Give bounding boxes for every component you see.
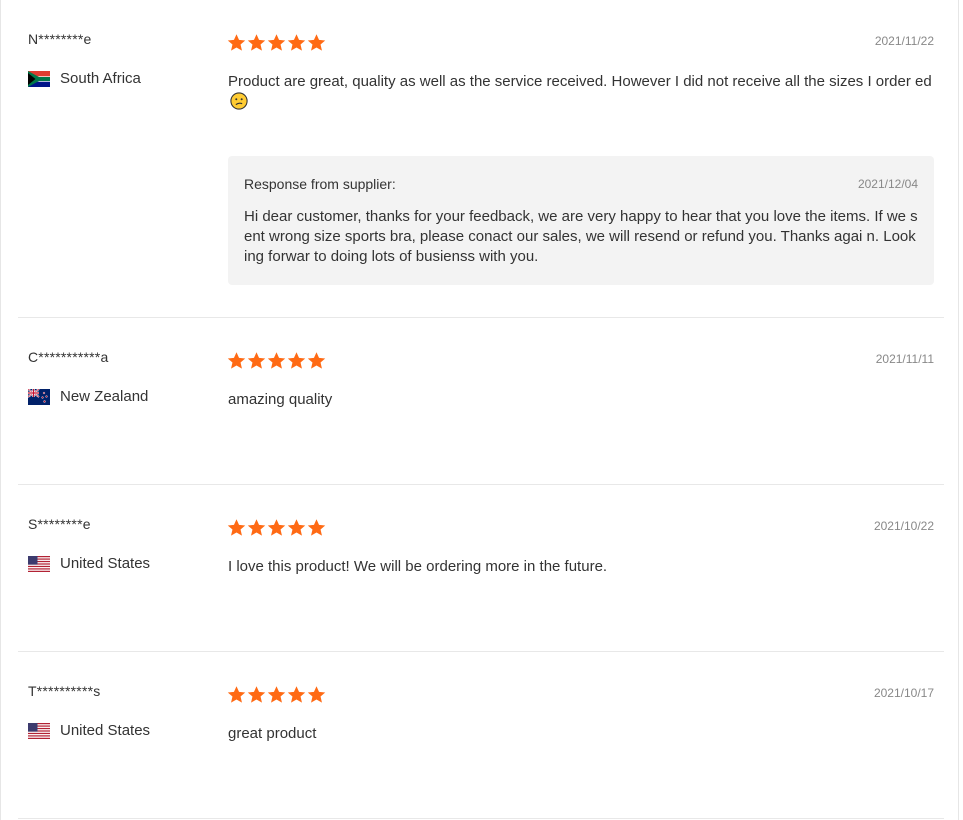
confused-face-icon <box>230 92 248 110</box>
review-item: C***********a New Zealand 2021/11/11 ama… <box>18 318 944 485</box>
south-africa-flag-icon <box>28 70 50 87</box>
reviewer-country: United States <box>28 722 150 739</box>
star-icon <box>227 518 246 537</box>
supplier-response: Response from supplier: 2021/12/04 Hi de… <box>228 156 934 285</box>
response-text: Hi dear customer, thanks for your feedba… <box>244 208 918 265</box>
new-zealand-flag-icon <box>28 388 50 405</box>
response-date: 2021/12/04 <box>857 177 918 191</box>
star-icon <box>307 33 326 52</box>
star-icon <box>267 351 286 370</box>
star-icon <box>307 351 326 370</box>
star-icon <box>227 351 246 370</box>
country-label: United States <box>60 722 151 739</box>
star-rating <box>227 351 326 370</box>
review-item: N********e South Africa 2021/11/22 Produ… <box>18 0 944 318</box>
star-icon <box>267 685 286 704</box>
united-states-flag-icon <box>28 555 50 572</box>
review-text: Product are great, quality as well as th… <box>228 72 936 113</box>
star-icon <box>227 685 246 704</box>
reviewer-country: New Zealand <box>28 388 148 405</box>
reviewer-country: United States <box>28 555 150 572</box>
star-icon <box>227 33 246 52</box>
star-icon <box>307 518 326 537</box>
country-label: South Africa <box>60 70 141 87</box>
reviews-panel: N********e South Africa 2021/11/22 Produ… <box>0 0 959 820</box>
united-states-flag-icon <box>28 722 50 739</box>
star-icon <box>287 685 306 704</box>
review-text: great product <box>228 725 317 742</box>
star-icon <box>247 518 266 537</box>
reviewer-name: N********e <box>28 31 92 47</box>
star-icon <box>247 351 266 370</box>
review-date: 2021/10/17 <box>873 686 934 700</box>
star-icon <box>267 518 286 537</box>
star-icon <box>267 33 286 52</box>
star-icon <box>287 351 306 370</box>
star-icon <box>287 518 306 537</box>
review-item: S********e United States 2021/10/22 I lo… <box>18 485 944 652</box>
review-item: T**********s United States 2021/10/17 gr… <box>18 652 944 819</box>
star-icon <box>287 33 306 52</box>
review-date: 2021/10/22 <box>873 519 934 533</box>
review-text: I love this product! We will be ordering… <box>228 558 608 575</box>
review-text: amazing quality <box>228 391 333 408</box>
country-label: New Zealand <box>60 388 149 405</box>
review-text-body: Product are great, quality as well as th… <box>228 73 932 90</box>
star-rating <box>227 518 326 537</box>
reviewer-country: South Africa <box>28 70 141 87</box>
star-rating <box>227 33 326 52</box>
review-date: 2021/11/22 <box>874 34 934 48</box>
response-title: Response from supplier: <box>244 176 396 192</box>
reviewer-name: S********e <box>28 516 91 532</box>
star-icon <box>307 685 326 704</box>
star-icon <box>247 33 266 52</box>
star-icon <box>247 685 266 704</box>
review-date: 2021/11/11 <box>875 352 934 366</box>
reviewer-name: C***********a <box>28 349 109 365</box>
country-label: United States <box>60 555 151 572</box>
reviewer-name: T**********s <box>28 683 101 699</box>
star-rating <box>227 685 326 704</box>
